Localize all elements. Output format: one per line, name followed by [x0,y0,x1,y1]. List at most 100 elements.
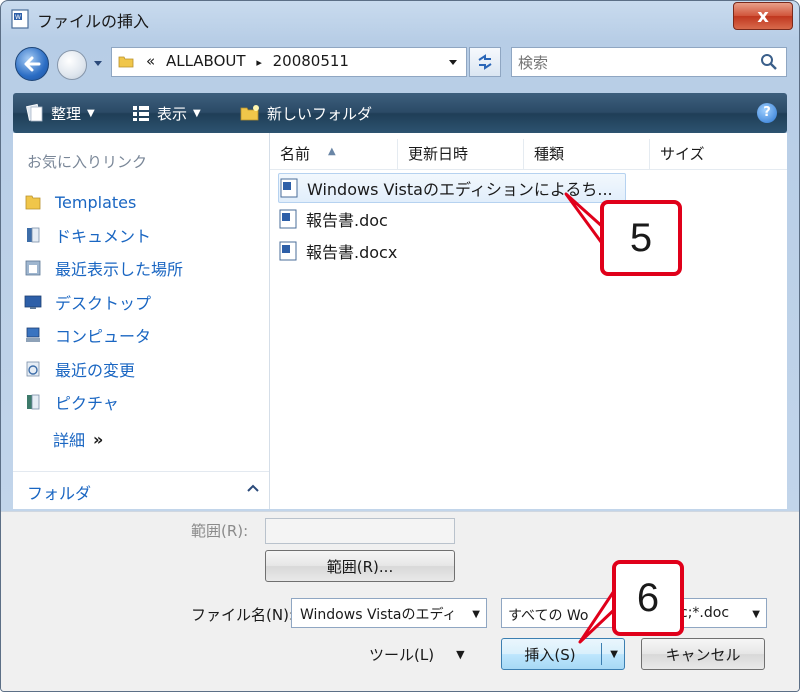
help-icon[interactable]: ? [757,103,777,123]
range-button[interactable]: 範囲(R)... [265,550,455,582]
column-header-row: 名前 ▲ 更新日時 種類 サイズ [270,139,787,170]
search-box[interactable] [511,47,787,77]
recent-pages-dropdown-icon[interactable] [93,58,103,68]
nav-item-label: Templates [55,192,137,212]
file-row[interactable]: 報告書.docx [278,237,397,265]
computer-icon [26,327,40,342]
tools-menu[interactable]: ツール(L) ▼ [369,638,465,670]
breadcrumb-separator[interactable]: ▸ [256,56,262,69]
nav-item-label: 最近表示した場所 [55,260,184,279]
filename-input[interactable] [298,603,462,625]
file-list-pane: 名前 ▲ 更新日時 種類 サイズ Windows Vistaのエディションによる… [270,133,787,509]
nav-item-recent-places[interactable]: 最近表示した場所 [23,255,183,281]
recent-changes-icon [26,361,40,377]
forward-button[interactable] [57,50,87,80]
word-document-icon [279,209,297,229]
organize-menu[interactable]: 整理 ▼ [25,93,95,133]
filename-label: ファイル名(N): [191,606,294,624]
organize-dropdown-icon: ▼ [87,107,95,119]
new-folder-label: 新しいフォルダ [267,104,373,123]
svg-text:W: W [15,14,21,21]
tools-label: ツール(L) [369,645,435,664]
organize-label: 整理 [51,104,82,123]
nav-item-label: 最近の変更 [55,361,136,380]
pictures-icon [27,394,40,410]
nav-item-templates[interactable]: Templates [23,189,136,215]
folders-label: フォルダ [27,484,92,503]
word-document-icon [280,178,298,198]
favorite-links-header: お気に入りリンク [27,153,148,171]
refresh-button[interactable] [469,47,501,77]
desktop-icon [24,295,42,309]
back-arrow-icon [24,56,41,72]
file-row[interactable]: 報告書.doc [278,205,388,233]
file-row[interactable]: Windows Vistaのエディションによるち... [278,173,626,203]
command-bar: 整理 ▼ 表示 ▼ 新しいフォルダ ? [13,93,787,133]
nav-item-computer[interactable]: コンピュータ [23,322,151,348]
search-input[interactable] [516,51,750,75]
nav-item-label: ピクチャ [55,394,119,413]
refresh-icon [478,54,492,70]
range-input [265,518,455,544]
file-name: Windows Vistaのエディションによるち... [307,180,613,199]
breadcrumb-item-allabout[interactable]: ALLABOUT [166,52,246,70]
file-name: 報告書.doc [306,211,388,230]
range-label: 範囲(R): [191,522,249,540]
more-links-button[interactable]: 詳細 » [53,427,103,451]
column-header-type[interactable]: 種類 [524,139,650,169]
file-type-value: すべての Wo [508,608,589,624]
views-dropdown-icon: ▼ [193,107,201,119]
sort-ascending-icon: ▲ [328,146,336,157]
word-document-icon [279,241,297,261]
views-menu[interactable]: 表示 ▼ [131,93,201,133]
insert-options-dropdown-icon[interactable]: ▼ [610,649,618,660]
file-name: 報告書.docx [306,243,398,262]
file-type-value-extension: c;*.doc [680,605,730,621]
tools-dropdown-icon: ▼ [456,647,465,661]
breadcrumb-overflow[interactable]: « [146,52,155,70]
double-chevron-icon: » [93,429,103,449]
split-divider [601,643,602,665]
step-6-callout: 6 [612,560,684,636]
nav-item-pictures[interactable]: ピクチャ [23,389,119,415]
cancel-button[interactable]: キャンセル [641,638,765,670]
organize-icon [26,103,43,122]
address-dropdown-icon[interactable] [448,59,458,67]
breadcrumb: « ALLABOUT ▸ 20080511 [146,52,355,70]
nav-item-label: コンピュータ [55,327,152,346]
filename-combobox[interactable]: ▼ [291,598,487,628]
breadcrumb-item-20080511[interactable]: 20080511 [273,52,349,70]
file-type-dropdown-icon[interactable]: ▼ [752,609,760,620]
nav-item-documents[interactable]: ドキュメント [23,222,151,248]
nav-item-label: デスクトップ [55,294,152,313]
filename-dropdown-icon[interactable]: ▼ [472,609,480,620]
navigation-pane: お気に入りリンク Templates ドキュメント 最近表示した場所 デスクトッ… [13,133,270,509]
word-document-icon: W [11,9,29,29]
address-bar-row: « ALLABOUT ▸ 20080511 [1,39,799,87]
documents-icon [27,227,40,243]
back-button[interactable] [15,47,49,81]
column-header-size[interactable]: サイズ [650,139,787,169]
folders-toggle[interactable]: フォルダ [13,471,269,508]
column-header-name[interactable]: 名前 ▲ [270,139,398,169]
new-folder-button[interactable]: 新しいフォルダ [239,93,372,133]
search-icon[interactable] [760,53,778,71]
nav-item-desktop[interactable]: デスクトップ [23,289,151,315]
new-folder-icon [240,105,259,121]
more-links-label: 詳細 [53,431,86,450]
close-button[interactable]: x [733,2,793,30]
nav-item-label: ドキュメント [55,227,152,246]
column-header-date-modified[interactable]: 更新日時 [398,139,524,169]
folder-icon [25,195,41,210]
views-icon [133,106,149,121]
close-icon: x [757,5,769,27]
nav-item-recent-changes[interactable]: 最近の変更 [23,356,135,382]
folder-icon [118,56,134,68]
title-bar: W ファイルの挿入 x [1,1,799,37]
address-field[interactable]: « ALLABOUT ▸ 20080511 [111,47,467,77]
insert-button[interactable]: 挿入(S) ▼ [501,638,625,670]
window-title: ファイルの挿入 [37,12,150,31]
recent-places-icon [25,260,41,276]
views-label: 表示 [157,104,188,123]
chevron-up-icon [247,484,259,492]
